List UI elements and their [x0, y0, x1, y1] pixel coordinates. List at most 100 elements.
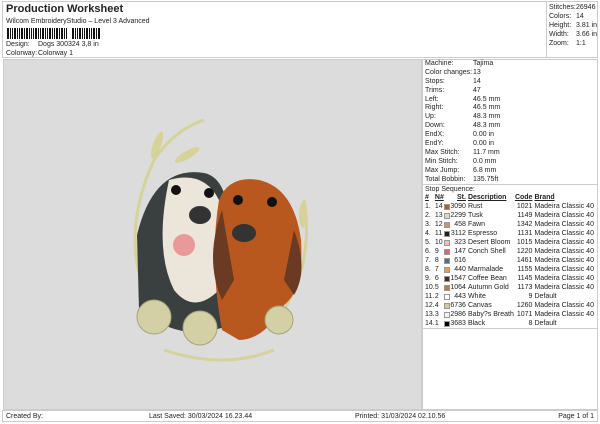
row-needle: 13: [434, 212, 443, 220]
row-index: 11.: [425, 293, 435, 301]
row-code: 1021: [516, 203, 533, 211]
table-row: 3. 12 458 Fawn 1342 Madeira Classic 40: [425, 220, 595, 229]
detail-label: Up:: [425, 113, 436, 121]
row-description: Espresso: [467, 230, 498, 238]
row-description: Coffee Bean: [467, 275, 507, 283]
table-row: 2. 13 2299 Tusk 1149 Madeira Classic 40: [425, 211, 595, 220]
row-description: Conch Shell: [467, 248, 506, 256]
row-index: 3.: [425, 221, 431, 229]
row-brand: Madeira Classic 40: [534, 311, 594, 319]
row-stitches: 443: [443, 292, 468, 301]
detail-value: 46.5 mm: [473, 95, 501, 103]
stitch-count: 6736: [450, 302, 466, 310]
row-stitches: 616: [443, 256, 468, 265]
row-code: 1015: [516, 239, 533, 247]
table-row: 12. 4 6736 Canvas 1260 Madeira Classic 4…: [425, 301, 595, 310]
table-row: 4. 11 3112 Espresso 1131 Madeira Classic…: [425, 229, 595, 238]
colorway-value: Colorway 1: [38, 50, 74, 57]
detail-row: EndX: 0.00 in: [423, 131, 597, 140]
row-needle: 14: [434, 203, 443, 211]
color-swatch: [443, 249, 450, 256]
row-code: 1149: [517, 212, 533, 220]
stat-row: Width: 3.66 in: [549, 31, 597, 40]
table-row: 1. 14 3090 Rust 1021 Madeira Classic 40: [425, 202, 595, 211]
row-stitches: 1547: [443, 274, 468, 283]
row-code: 1155: [517, 266, 533, 274]
stitch-count: 2299: [450, 212, 466, 220]
detail-row: EndY: 0.00 in: [423, 140, 597, 149]
row-description: Tusk: [467, 212, 483, 220]
row-brand: Madeira Classic 40: [534, 302, 594, 310]
row-description: Autumn Gold: [467, 284, 509, 292]
row-description: Marmalade: [467, 266, 503, 274]
printed-date: Printed: 31/03/2024 02.10.56: [355, 413, 446, 420]
row-brand: Default: [534, 293, 557, 301]
table-row: 11. 2 443 White 9 Default: [425, 292, 595, 301]
detail-label: Trims:: [425, 86, 445, 94]
stat-row: Zoom: 1:1: [549, 40, 597, 49]
col-code: Code: [514, 194, 533, 202]
detail-row: Stops: 14: [423, 78, 597, 87]
row-index: 13.: [425, 311, 435, 319]
detail-value: 14: [473, 77, 481, 85]
stitch-count: 147: [454, 248, 466, 256]
detail-value: 13: [473, 68, 481, 76]
row-brand: Madeira Classic 40: [534, 203, 594, 211]
color-swatch: [443, 267, 450, 274]
stitch-count: 443: [454, 293, 466, 301]
col-description: Description: [467, 194, 507, 202]
row-stitches: 147: [443, 247, 468, 256]
row-brand: Madeira Classic 40: [534, 275, 594, 283]
col-needle: N#: [434, 194, 444, 202]
table-row: 8. 7 440 Marmalade 1155 Madeira Classic …: [425, 265, 595, 274]
row-code: 8: [528, 320, 533, 328]
detail-value: 48.3 mm: [473, 122, 501, 130]
design-preview: [3, 59, 422, 410]
detail-row: Max Stitch: 11.7 mm: [423, 149, 597, 158]
stitch-count: 1547: [450, 275, 466, 283]
row-index: 10.: [425, 284, 435, 292]
row-description: Black: [467, 320, 486, 328]
stitch-count: 3112: [450, 230, 466, 238]
detail-row: Min Stitch: 0.0 mm: [423, 158, 597, 167]
worksheet-header: Production Worksheet Wilcom EmbroiderySt…: [2, 1, 546, 58]
detail-row: Machine: Tajima: [423, 60, 597, 69]
stat-value: 14: [576, 13, 584, 20]
stat-value: 3.81 in: [576, 22, 598, 29]
detail-value: 48.3 mm: [473, 113, 501, 121]
detail-value: 46.5 mm: [473, 104, 501, 112]
detail-label: Min Stitch:: [425, 157, 458, 165]
stop-sequence-title: Stop Sequence:: [425, 186, 475, 194]
detail-value: Tajima: [473, 60, 494, 67]
stats-box: Stitches: 26946 Colors: 14 Height: 3.81 in Wid…: [546, 1, 598, 58]
detail-label: Max Stitch:: [425, 148, 460, 156]
row-needle: 5: [434, 284, 439, 292]
stitch-count: 440: [454, 266, 466, 274]
stat-value: 1:1: [576, 40, 586, 47]
row-stitches: 458: [443, 220, 468, 229]
detail-label: Max Jump:: [425, 166, 460, 174]
row-needle: 11: [434, 230, 443, 238]
row-needle: 10: [434, 239, 443, 247]
page-number: Page 1 of 1: [558, 413, 594, 420]
detail-row: Color changes: 13: [423, 69, 597, 78]
col-index: #: [425, 194, 429, 202]
row-code: 1342: [516, 221, 533, 229]
table-row: 9. 6 1547 Coffee Bean 1145 Madeira Class…: [425, 274, 595, 283]
embroidery-design-image: [133, 118, 308, 362]
row-index: 2.: [425, 212, 431, 220]
detail-row: Trims: 47: [423, 87, 597, 96]
colorway-label: Colorway:: [6, 50, 38, 57]
barcode: [7, 28, 147, 39]
stitch-count: 616: [454, 257, 466, 265]
detail-value: 135.75ft: [473, 175, 499, 183]
stat-label: Stitches:: [549, 4, 576, 11]
table-header: # N# St. Description Code Brand: [425, 193, 595, 202]
row-code: 1131: [517, 230, 533, 238]
row-brand: Madeira Classic 40: [534, 248, 594, 256]
row-brand: Default: [534, 320, 557, 328]
color-swatch: [443, 231, 450, 238]
row-description: [468, 256, 515, 265]
detail-row: Down: 48.3 mm: [423, 122, 597, 131]
stop-sequence-table: # N# St. Description Code Brand 1. 14 30…: [425, 193, 595, 328]
